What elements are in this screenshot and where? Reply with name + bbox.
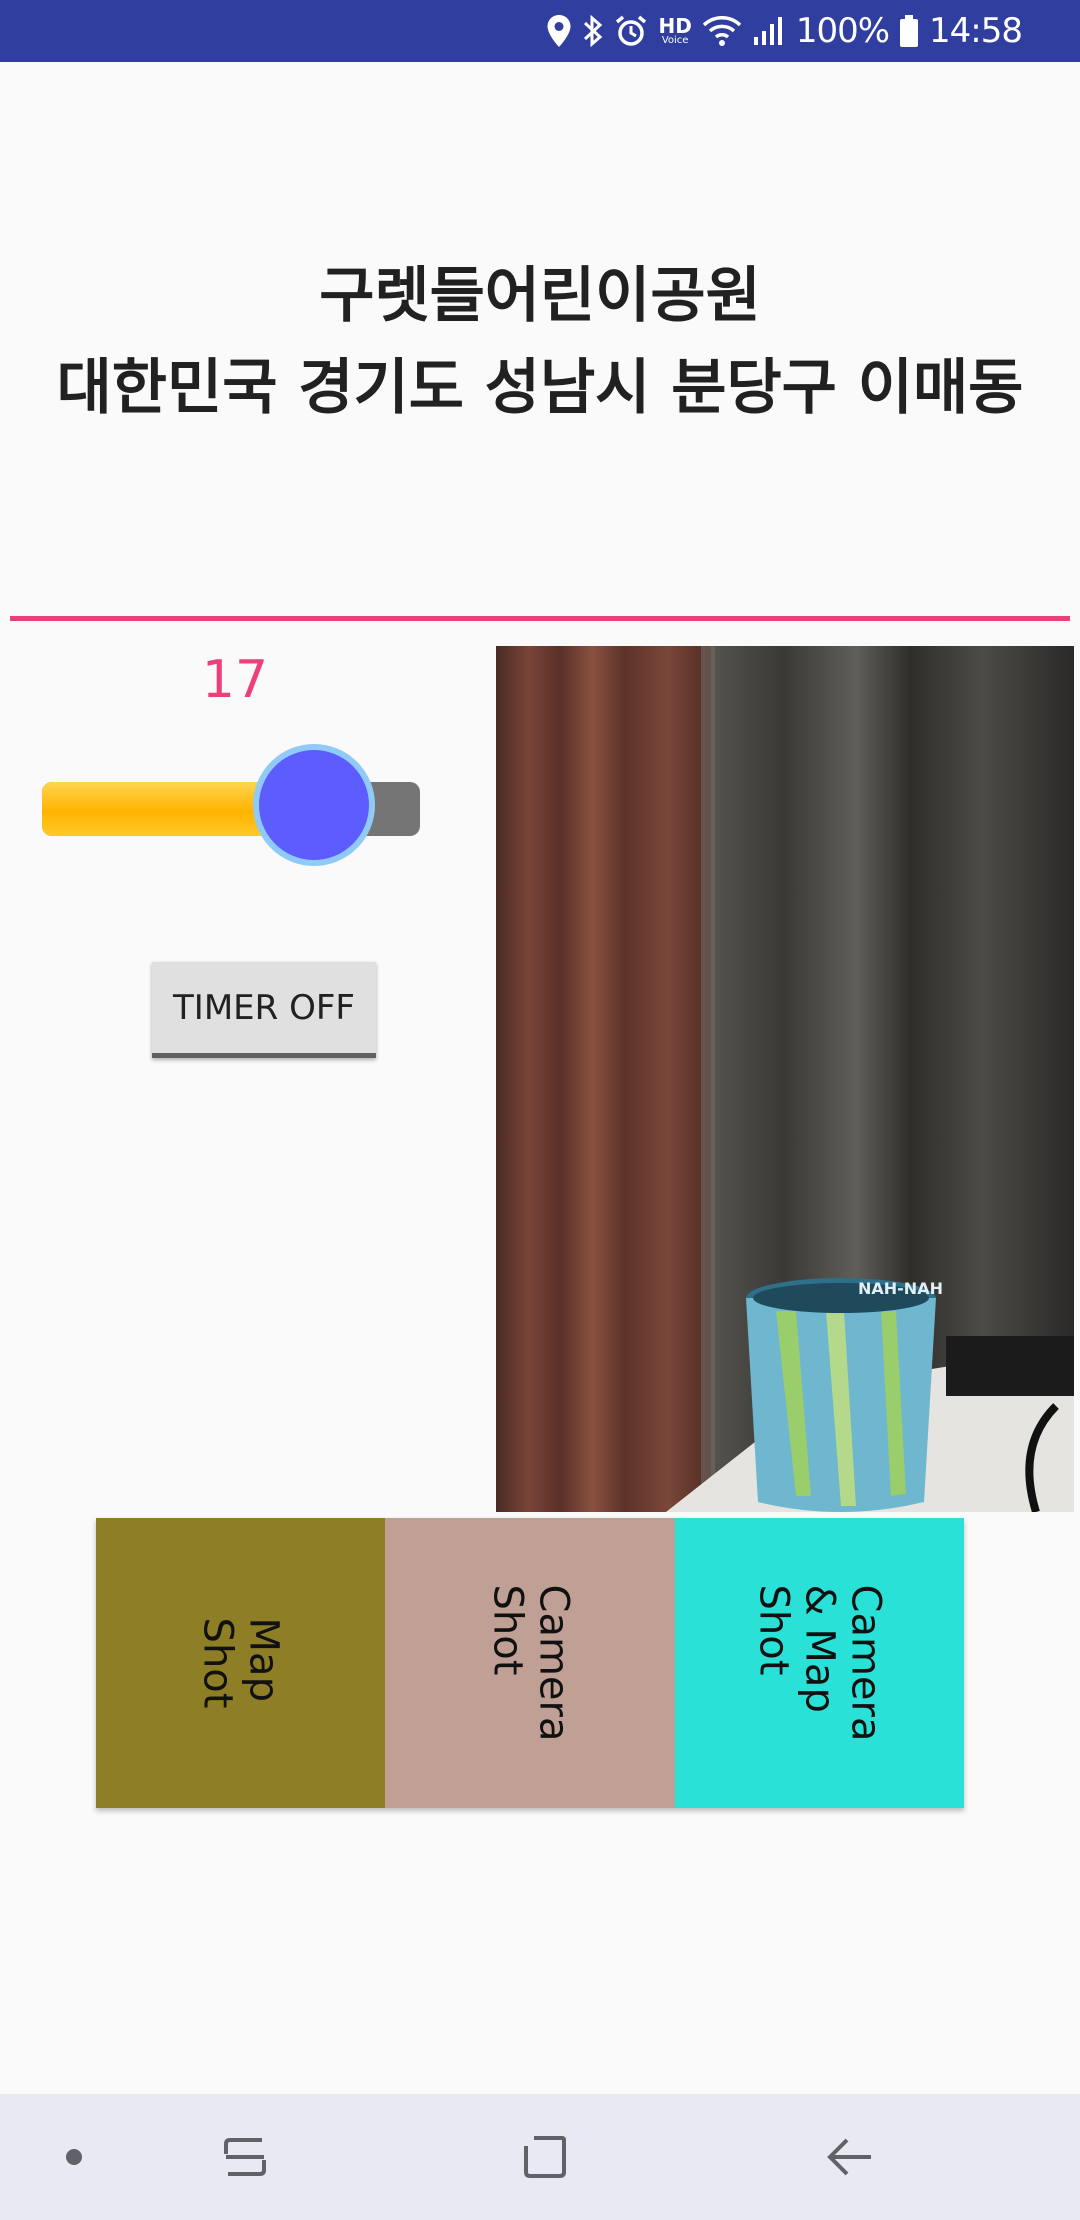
- shot-buttons: Map Shot Camera Shot Camera & Map Shot: [96, 1518, 964, 1808]
- timer-value: 17: [201, 650, 269, 710]
- timer-toggle-button[interactable]: TIMER OFF: [152, 962, 376, 1058]
- battery-icon: [900, 15, 919, 47]
- home-icon: [524, 2136, 566, 2178]
- camera-map-shot-label: Camera & Map Shot: [750, 1584, 889, 1742]
- dot-button[interactable]: [44, 2094, 104, 2220]
- mug-text: NAH-NAH: [858, 1279, 943, 1298]
- back-icon: [827, 2138, 871, 2176]
- recents-button[interactable]: [200, 2094, 290, 2220]
- hd-label: HD: [658, 14, 692, 38]
- dot-icon: [66, 2149, 82, 2165]
- camera-map-shot-button[interactable]: Camera & Map Shot: [674, 1518, 964, 1808]
- camera-preview-image: NAH-NAH: [496, 646, 1074, 1512]
- status-icons: HD Voice 100% 14:58: [546, 0, 1023, 62]
- back-button[interactable]: [805, 2094, 895, 2220]
- location-icon: [547, 15, 571, 47]
- navigation-bar: [0, 2094, 1080, 2220]
- wifi-icon: [702, 16, 742, 46]
- divider: [10, 616, 1070, 621]
- recents-icon: [224, 2138, 266, 2176]
- timer-slider-thumb[interactable]: [253, 744, 376, 866]
- address: 대한민국 경기도 성남시 분당구 이매동: [56, 353, 1024, 423]
- map-shot-button[interactable]: Map Shot: [96, 1518, 386, 1808]
- camera-preview: NAH-NAH: [496, 646, 1074, 1512]
- home-button[interactable]: [500, 2094, 590, 2220]
- status-bar: HD Voice 100% 14:58: [0, 0, 1080, 62]
- clock: 14:58: [929, 11, 1023, 51]
- place-name: 구렛들어린이공원: [319, 261, 761, 331]
- map-shot-label: Map Shot: [194, 1617, 287, 1709]
- camera-shot-label: Camera Shot: [483, 1584, 576, 1742]
- camera-shot-button[interactable]: Camera Shot: [385, 1518, 675, 1808]
- hd-voice-icon: HD Voice: [658, 16, 691, 46]
- alarm-icon: [616, 15, 647, 46]
- battery-percent: 100%: [795, 11, 890, 51]
- signal-icon: [753, 17, 782, 45]
- bluetooth-icon: [584, 14, 603, 48]
- location-title: 구렛들어린이공원 대한민국 경기도 성남시 분당구 이매동: [0, 250, 1080, 434]
- voice-label: Voice: [661, 35, 689, 46]
